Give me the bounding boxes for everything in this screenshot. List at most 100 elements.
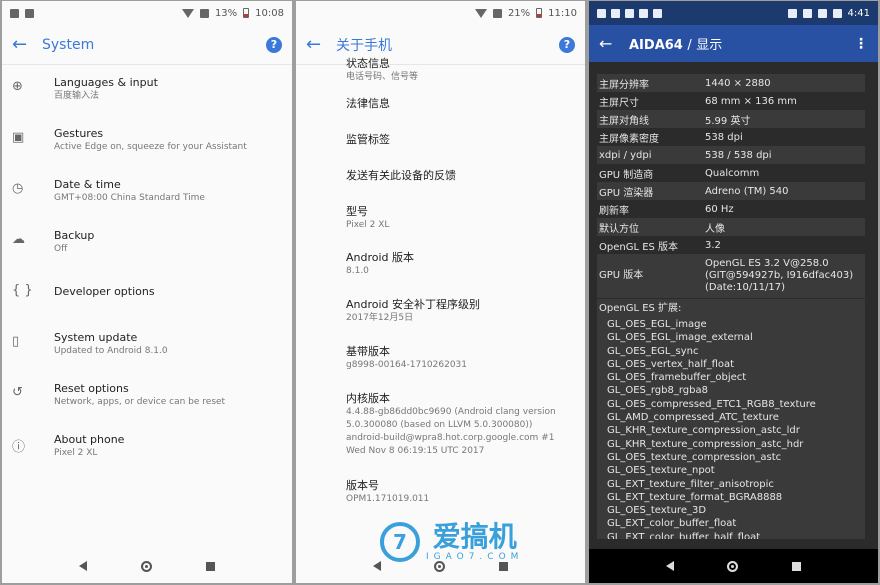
- extension-item: GL_OES_EGL_sync: [607, 345, 699, 357]
- key-icon: [787, 8, 797, 18]
- overflow-menu-icon[interactable]: ⋮: [854, 36, 868, 52]
- extension-item: GL_OES_rgb8_rgba8: [607, 385, 708, 397]
- status-bar: 13% 10:08: [2, 1, 292, 25]
- list-item[interactable]: 版本号 OPM1.171019.011: [346, 458, 585, 506]
- info-value: 60 Hz: [705, 203, 734, 215]
- nav-recents-icon[interactable]: [499, 561, 509, 571]
- info-row[interactable]: GPU 制造商 Qualcomm: [597, 164, 865, 182]
- back-arrow-icon[interactable]: ←: [306, 34, 336, 55]
- extension-item: GL_OES_texture_npot: [607, 465, 715, 477]
- settings-item[interactable]: ▯ System update Updated to Android 8.1.0: [2, 320, 292, 371]
- help-icon[interactable]: ?: [266, 36, 282, 53]
- section-name: 显示: [696, 38, 723, 53]
- app-bar: ← System ?: [2, 25, 292, 65]
- info-row[interactable]: GPU 版本 OpenGL ES 3.2 V@258.0 (GIT@594927b…: [597, 254, 865, 298]
- list-item[interactable]: Android 安全补丁程序级别 2017年12月5日: [346, 278, 585, 325]
- list-item[interactable]: 型号 Pixel 2 XL: [346, 183, 585, 232]
- extensions-list: GL_OES_EGL_image GL_OES_EGL_image_externa…: [599, 318, 863, 539]
- item-subtitle: Updated to Android 8.1.0: [54, 346, 168, 356]
- extension-item: GL_EXT_color_buffer_float: [607, 518, 737, 530]
- battery-icon: [536, 8, 543, 18]
- info-row[interactable]: OpenGL ES 版本 3.2: [597, 236, 865, 254]
- item-title: 型号: [346, 205, 368, 218]
- watermark-url: IGAO7.COM: [426, 552, 524, 562]
- item-title: Gestures: [54, 127, 104, 140]
- extensions-title: OpenGL ES 扩展:: [599, 303, 682, 314]
- info-value: OpenGL ES 3.2 V@258.0 (GIT@594927b, I916…: [705, 258, 854, 293]
- battery-icon: [243, 8, 250, 18]
- extension-item: GL_OES_EGL_image: [607, 319, 707, 330]
- watermark-logo: 7: [380, 522, 420, 562]
- list-item[interactable]: 法律信息: [346, 84, 585, 111]
- extension-item: GL_KHR_texture_compression_astc_hdr: [607, 438, 804, 450]
- item-subtitle: 8.1.0: [346, 266, 369, 276]
- item-subtitle: 4.4.88-gb86dd0bc9690 (Android clang vers…: [346, 407, 556, 456]
- gestures-icon: ▣: [12, 130, 25, 145]
- signal-icon: [492, 8, 502, 18]
- info-row[interactable]: 主屏像素密度 538 dpi: [597, 128, 865, 146]
- info-row[interactable]: xdpi / ydpi 538 / 538 dpi: [597, 146, 865, 164]
- wifi-icon: [802, 8, 812, 18]
- item-title: Date & time: [54, 178, 121, 191]
- nav-back-icon[interactable]: [79, 561, 87, 571]
- list-item[interactable]: Android 版本 8.1.0: [346, 232, 585, 278]
- image-notification-icon: [611, 8, 620, 18]
- app-name: AIDA64: [629, 38, 683, 53]
- item-title: 基带版本: [346, 345, 390, 358]
- item-subtitle: Network, apps, or device can be reset: [54, 397, 226, 407]
- info-key: 默认方位: [599, 223, 639, 235]
- back-arrow-icon[interactable]: ←: [12, 34, 42, 55]
- nav-back-icon[interactable]: [372, 561, 381, 571]
- page-title: System: [42, 36, 95, 53]
- info-row[interactable]: 主屏分辨率 1440 × 2880: [597, 74, 865, 92]
- nav-home-icon[interactable]: [727, 560, 739, 572]
- extension-item: GL_OES_vertex_half_float: [607, 358, 735, 370]
- list-item[interactable]: 发送有关此设备的反馈: [346, 147, 585, 183]
- info-row[interactable]: 主屏尺寸 68 mm × 136 mm: [597, 92, 865, 110]
- info-key: OpenGL ES 版本: [599, 241, 679, 253]
- nav-recents-icon[interactable]: [206, 561, 215, 571]
- item-subtitle: GMT+08:00 China Standard Time: [54, 193, 205, 203]
- item-title: Languages & input: [54, 76, 158, 89]
- settings-item[interactable]: ↺ Reset options Network, apps, or device c…: [2, 371, 292, 422]
- nav-recents-icon[interactable]: [792, 561, 802, 571]
- info-value: 人像: [705, 223, 725, 235]
- system-update-icon: ▯: [12, 334, 20, 349]
- list-item[interactable]: 内核版本 4.4.88-gb86dd0bc9690 (Android clang …: [346, 372, 585, 458]
- info-row[interactable]: 主屏对角线 5.99 英寸: [597, 110, 865, 128]
- info-row[interactable]: GPU 渲染器 Adreno (TM) 540: [597, 182, 865, 200]
- settings-item[interactable]: ⓘ About phone Pixel 2 XL: [2, 422, 292, 473]
- back-arrow-icon[interactable]: ←: [599, 34, 629, 53]
- item-title: 发送有关此设备的反馈: [346, 169, 456, 182]
- settings-item[interactable]: ⊕ Languages & input 百度输入法: [2, 65, 292, 116]
- item-title: About phone: [54, 433, 125, 446]
- list-item[interactable]: 监管标签: [346, 111, 585, 147]
- info-row[interactable]: 刷新率 60 Hz: [597, 200, 865, 218]
- settings-item[interactable]: ▣ Gestures Active Edge on, squeeze for you…: [2, 116, 292, 167]
- item-title: 监管标签: [346, 133, 390, 146]
- info-value: Adreno (TM) 540: [705, 185, 789, 197]
- info-row[interactable]: 默认方位 人像: [597, 218, 865, 236]
- download-icon: [653, 8, 662, 18]
- notification-icon: [10, 8, 19, 18]
- signal-icon: [817, 8, 827, 18]
- info-value: 68 mm × 136 mm: [705, 95, 797, 107]
- list-item-status-info[interactable]: 状态信息 电话号码、信号等: [346, 56, 585, 84]
- item-title: 法律信息: [346, 97, 390, 110]
- list-item[interactable]: 基带版本 g8998-00164-1710262031: [346, 325, 585, 372]
- item-subtitle: 百度输入法: [54, 91, 100, 101]
- item-title: Reset options: [54, 382, 129, 395]
- nav-home-icon[interactable]: [141, 560, 152, 572]
- help-icon[interactable]: ?: [559, 36, 575, 53]
- extension-item: GL_OES_texture_compression_astc: [607, 451, 782, 463]
- settings-item[interactable]: ◷ Date & time GMT+08:00 China Standard Tim…: [2, 167, 292, 218]
- nav-home-icon[interactable]: [434, 560, 446, 572]
- watermark: 7 爱搞机 IGAO7.COM: [380, 522, 523, 562]
- extension-item: GL_KHR_texture_compression_astc_ldr: [607, 425, 800, 437]
- item-subtitle: Pixel 2 XL: [346, 220, 390, 230]
- nav-back-icon[interactable]: [665, 561, 674, 571]
- status-bar: 21% 11:10: [296, 1, 585, 25]
- play-icon: [625, 8, 634, 18]
- settings-item[interactable]: ☁ Backup Off: [2, 218, 292, 269]
- settings-item[interactable]: { } Developer options: [2, 269, 292, 320]
